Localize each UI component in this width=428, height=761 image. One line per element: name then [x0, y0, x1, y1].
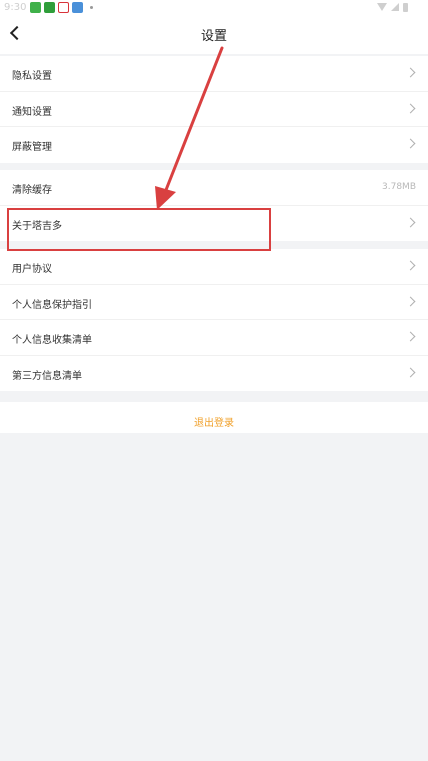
page-title: 设置: [200, 29, 227, 44]
settings-item-label: 清除缓存: [12, 185, 52, 196]
settings-item-info-collection-list[interactable]: 个人信息收集清单: [0, 320, 428, 356]
logout-label: 退出登录: [194, 418, 234, 429]
chevron-right-icon: [405, 103, 416, 113]
app-icon-red: [58, 2, 69, 13]
nav-header: 设置: [0, 16, 428, 54]
chevron-right-icon: [405, 367, 416, 377]
settings-item-privacy[interactable]: 隐私设置: [0, 56, 428, 92]
status-bar: 9:30: [0, 0, 428, 16]
settings-item-clear-cache[interactable]: 清除缓存 3.78MB: [0, 170, 428, 206]
chevron-right-icon: [405, 67, 416, 78]
settings-item-label: 个人信息收集清单: [12, 335, 92, 346]
settings-item-label: 第三方信息清单: [12, 370, 82, 382]
settings-item-label: 个人信息保护指引: [12, 299, 92, 311]
settings-group-3: 用户协议 个人信息保护指引 个人信息收集清单 第三方信息清单: [0, 249, 428, 391]
settings-item-label: 隐私设置: [12, 71, 52, 82]
chevron-right-icon: [405, 217, 416, 227]
status-time: 9:30: [4, 2, 27, 13]
signal-icon: [391, 3, 399, 11]
chevron-right-icon: [405, 331, 416, 342]
cache-size-value: 3.78MB: [382, 182, 416, 192]
settings-group-1: 隐私设置 通知设置 屏蔽管理: [0, 56, 428, 163]
settings-item-third-party-list[interactable]: 第三方信息清单: [0, 356, 428, 392]
settings-item-block-management[interactable]: 屏蔽管理: [0, 127, 428, 163]
wifi-icon: [377, 3, 387, 11]
settings-group-2: 清除缓存 3.78MB 关于塔吉多: [0, 170, 428, 241]
app-icon-blue: [72, 2, 83, 13]
settings-item-label: 关于塔吉多: [12, 220, 62, 232]
battery-icon: [403, 3, 408, 12]
app-icon-green: [30, 2, 41, 13]
more-notifications-dot: [90, 6, 93, 9]
app-icon-green: [44, 2, 55, 13]
settings-item-privacy-guide[interactable]: 个人信息保护指引: [0, 285, 428, 320]
settings-item-label: 用户协议: [12, 264, 52, 275]
notification-icons: [30, 2, 93, 13]
chevron-right-icon: [405, 260, 416, 271]
settings-item-label: 通知设置: [12, 106, 52, 118]
chevron-right-icon: [405, 138, 416, 149]
chevron-right-icon: [405, 296, 416, 306]
settings-item-label: 屏蔽管理: [12, 142, 52, 153]
settings-item-user-agreement[interactable]: 用户协议: [0, 249, 428, 285]
logout-button[interactable]: 退出登录: [0, 402, 428, 433]
settings-item-about[interactable]: 关于塔吉多: [0, 206, 428, 242]
system-indicators: [377, 3, 408, 12]
settings-item-notifications[interactable]: 通知设置: [0, 92, 428, 127]
